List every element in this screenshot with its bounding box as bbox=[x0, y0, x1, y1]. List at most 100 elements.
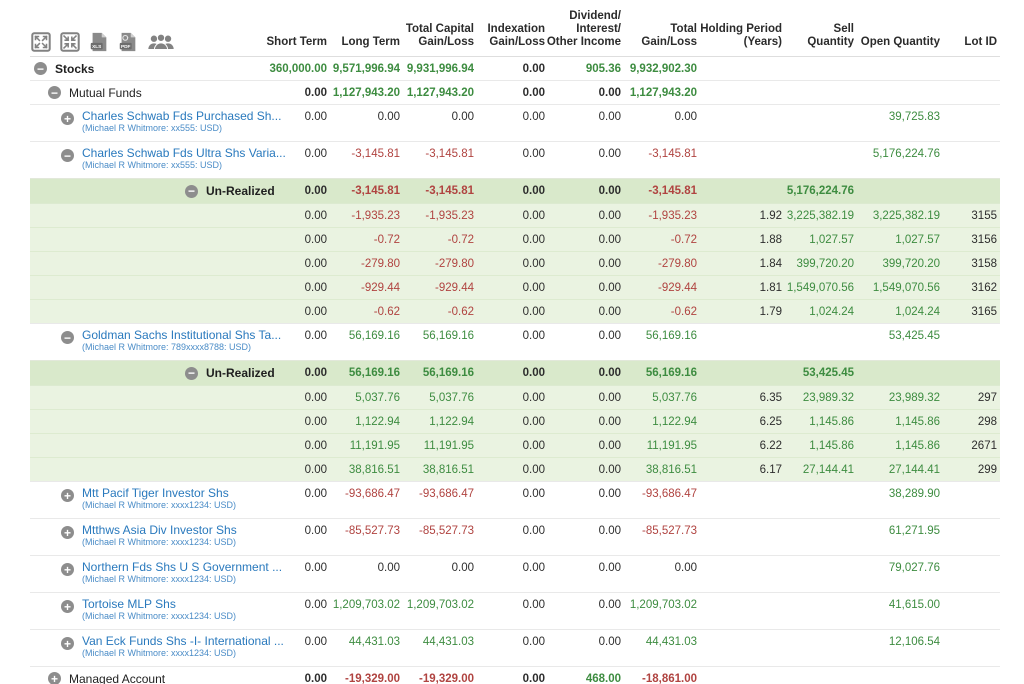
cell-open-quantity: 38,289.90 bbox=[857, 482, 943, 500]
cell-holding-period-years bbox=[700, 142, 785, 148]
expander-plus-icon[interactable]: + bbox=[61, 489, 74, 502]
group-row: +Managed Account0.00-19,329.00-19,329.00… bbox=[30, 666, 1000, 684]
row-label-cell: + Van Eck Funds Shs -I- International ...… bbox=[30, 630, 255, 658]
cell-open-quantity: 53,425.45 bbox=[857, 324, 943, 342]
cell-holding-period-years bbox=[700, 630, 785, 636]
cell-indexation-gain-loss: 0.00 bbox=[477, 258, 548, 270]
cell-dividend-interest-other-income: 905.36 bbox=[548, 63, 624, 75]
cell-short-term: 0.00 bbox=[255, 482, 330, 500]
cell-dividend-interest-other-income: 0.00 bbox=[548, 367, 624, 379]
cell-total-capital-gain-loss: -85,527.73 bbox=[403, 519, 477, 537]
expander-plus-icon[interactable]: + bbox=[61, 112, 74, 125]
expander-plus-icon[interactable]: + bbox=[48, 672, 61, 684]
column-header-long-term[interactable]: Long Term bbox=[330, 0, 403, 56]
column-header-lot-id[interactable]: Lot ID bbox=[943, 0, 1000, 56]
cell-sell-quantity bbox=[785, 519, 857, 525]
row-label-cell: +Charles Schwab Fds Purchased Sh...(Mich… bbox=[30, 105, 255, 133]
row-label-cell: +Mtt Pacif Tiger Investor Shs(Michael R … bbox=[30, 482, 255, 510]
cell-total-capital-gain-loss: 0.00 bbox=[403, 556, 477, 574]
fund-link[interactable]: Mtt Pacif Tiger Investor Shs bbox=[82, 486, 236, 500]
cell-indexation-gain-loss: 0.00 bbox=[477, 392, 548, 404]
lot-row: 0.0011,191.9511,191.950.000.0011,191.956… bbox=[30, 433, 1000, 457]
fund-account-sublabel: (Michael R Whitmore: xxxx1234: USD) bbox=[82, 648, 255, 658]
cell-sell-quantity bbox=[785, 556, 857, 562]
fund-link[interactable]: Charles Schwab Fds Ultra Shs Varia... bbox=[82, 146, 255, 160]
collapse-all-icon[interactable] bbox=[59, 31, 81, 53]
cell-total-gain-loss: 44,431.03 bbox=[624, 630, 700, 648]
cell-long-term: 56,169.16 bbox=[330, 367, 403, 379]
accounts-group-icon[interactable] bbox=[146, 31, 176, 53]
cell-open-quantity: 41,615.00 bbox=[857, 593, 943, 611]
expander-minus-icon[interactable]: − bbox=[48, 86, 61, 99]
cell-long-term: -3,145.81 bbox=[330, 142, 403, 160]
cell-indexation-gain-loss: 0.00 bbox=[477, 440, 548, 452]
cell-indexation-gain-loss: 0.00 bbox=[477, 185, 548, 197]
row-label-cell: +Mtthws Asia Div Investor Shs(Michael R … bbox=[30, 519, 255, 547]
cell-sell-quantity: 1,145.86 bbox=[785, 440, 857, 452]
fund-name-block: Tortoise MLP Shs(Michael R Whitmore: xxx… bbox=[82, 597, 236, 621]
cell-open-quantity: 1,024.24 bbox=[857, 306, 943, 318]
cell-lot-id: 299 bbox=[943, 464, 1000, 476]
column-header-holding-period-years[interactable]: Holding Period(Years) bbox=[700, 0, 785, 56]
fund-link[interactable]: Tortoise MLP Shs bbox=[82, 597, 236, 611]
cell-sell-quantity bbox=[785, 630, 857, 636]
expander-plus-icon[interactable]: + bbox=[61, 600, 74, 613]
column-header-open-quantity[interactable]: Open Quantity bbox=[857, 0, 943, 56]
cell-short-term: 0.00 bbox=[255, 142, 330, 160]
column-header-line: Total bbox=[670, 23, 697, 36]
column-header-line: Gain/Loss bbox=[489, 36, 545, 49]
cell-sell-quantity: 1,027.57 bbox=[785, 234, 857, 246]
expander-plus-icon[interactable]: + bbox=[61, 563, 74, 576]
fund-link[interactable]: Van Eck Funds Shs -I- International ... bbox=[82, 634, 255, 648]
fund-link[interactable]: Goldman Sachs Institutional Shs Ta... bbox=[82, 328, 255, 342]
fund-link[interactable]: Mtthws Asia Div Investor Shs bbox=[82, 523, 237, 537]
column-header-total-capital-gain-loss[interactable]: Total CapitalGain/Loss bbox=[403, 0, 477, 56]
column-header-sell-quantity[interactable]: SellQuantity bbox=[785, 0, 857, 56]
lot-row: 0.0038,816.5138,816.510.000.0038,816.516… bbox=[30, 457, 1000, 481]
expander-minus-icon[interactable]: − bbox=[61, 331, 74, 344]
fund-link[interactable]: Northern Fds Shs U S Government ... bbox=[82, 560, 255, 574]
cell-sell-quantity bbox=[785, 593, 857, 599]
cell-total-capital-gain-loss: 5,037.76 bbox=[403, 392, 477, 404]
cell-holding-period-years bbox=[700, 324, 785, 330]
cell-total-capital-gain-loss: -1,935.23 bbox=[403, 210, 477, 222]
expander-minus-icon[interactable]: − bbox=[61, 149, 74, 162]
expand-all-icon[interactable] bbox=[30, 31, 52, 53]
expander-minus-icon[interactable]: − bbox=[34, 62, 47, 75]
cell-total-capital-gain-loss: 56,169.16 bbox=[403, 324, 477, 342]
cell-indexation-gain-loss: 0.00 bbox=[477, 210, 548, 222]
column-header-line: Lot ID bbox=[964, 36, 997, 49]
portfolio-gains-table: XLS PDF bbox=[0, 0, 1024, 684]
cell-short-term: 0.00 bbox=[255, 234, 330, 246]
export-pdf-icon[interactable]: PDF bbox=[117, 31, 139, 53]
expander-plus-icon[interactable]: + bbox=[61, 637, 74, 650]
cell-total-gain-loss: -85,527.73 bbox=[624, 519, 700, 537]
cell-dividend-interest-other-income: 468.00 bbox=[548, 673, 624, 684]
fund-name-block: Northern Fds Shs U S Government ...(Mich… bbox=[82, 560, 255, 584]
column-header-dividend-interest-other-income[interactable]: Dividend/Interest/Other Income bbox=[548, 0, 624, 56]
lot-row: 0.001,122.941,122.940.000.001,122.946.25… bbox=[30, 409, 1000, 433]
subtotal-row: −Un-Realized0.0056,169.1656,169.160.000.… bbox=[30, 360, 1000, 385]
cell-long-term: -93,686.47 bbox=[330, 482, 403, 500]
cell-dividend-interest-other-income: 0.00 bbox=[548, 258, 624, 270]
cell-total-gain-loss: -3,145.81 bbox=[624, 142, 700, 160]
column-header-indexation-gain-loss[interactable]: IndexationGain/Loss bbox=[477, 0, 548, 56]
cell-indexation-gain-loss: 0.00 bbox=[477, 324, 548, 342]
cell-open-quantity: 39,725.83 bbox=[857, 105, 943, 123]
cell-total-gain-loss: 11,191.95 bbox=[624, 440, 700, 452]
cell-short-term: 0.00 bbox=[255, 324, 330, 342]
fund-account-sublabel: (Michael R Whitmore: xx555: USD) bbox=[82, 160, 255, 170]
expander-minus-icon[interactable]: − bbox=[185, 367, 198, 380]
cell-total-gain-loss: 1,209,703.02 bbox=[624, 593, 700, 611]
fund-link[interactable]: Charles Schwab Fds Purchased Sh... bbox=[82, 109, 255, 123]
export-xls-icon[interactable]: XLS bbox=[88, 31, 110, 53]
expander-plus-icon[interactable]: + bbox=[61, 526, 74, 539]
cell-long-term: 1,127,943.20 bbox=[330, 87, 403, 99]
cell-total-gain-loss: -18,861.00 bbox=[624, 673, 700, 684]
cell-short-term: 0.00 bbox=[255, 630, 330, 648]
cell-total-capital-gain-loss: 1,122.94 bbox=[403, 416, 477, 428]
expander-minus-icon[interactable]: − bbox=[185, 185, 198, 198]
column-header-short-term[interactable]: Short Term bbox=[255, 0, 330, 56]
cell-dividend-interest-other-income: 0.00 bbox=[548, 282, 624, 294]
column-header-total-gain-loss[interactable]: TotalGain/Loss bbox=[624, 0, 700, 56]
